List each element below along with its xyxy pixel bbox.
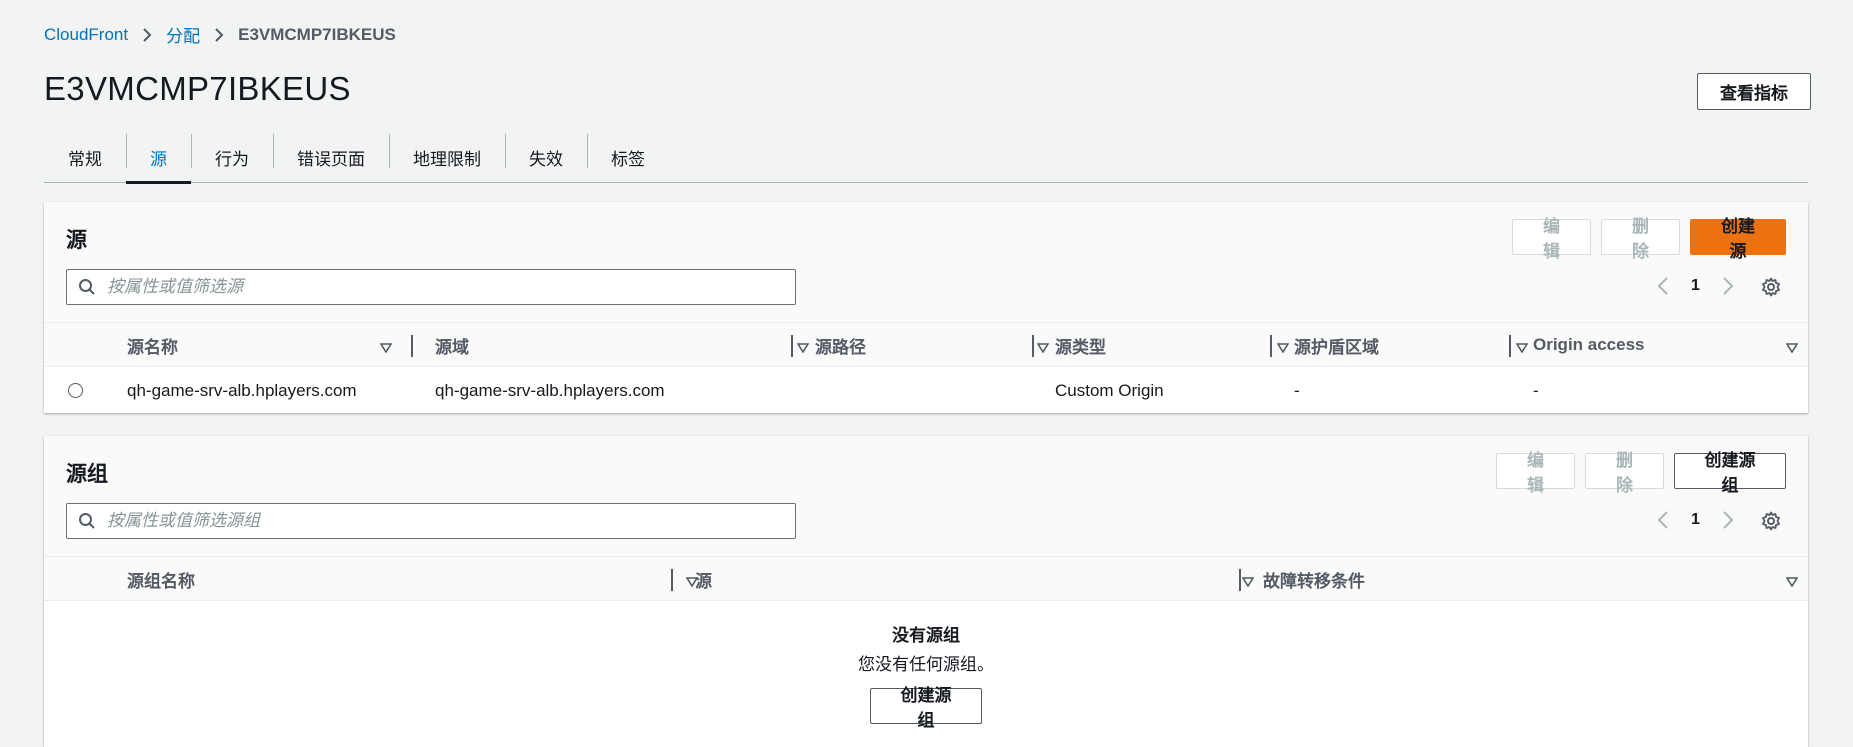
breadcrumb-cloudfront-link[interactable]: CloudFront xyxy=(44,25,128,45)
empty-state-description: 您没有任何源组。 xyxy=(858,655,994,674)
create-origin-group-button[interactable]: 创建源组 xyxy=(1674,451,1786,495)
origin-groups-search-box xyxy=(66,503,796,539)
column-divider xyxy=(1509,335,1511,357)
delete-origin-button[interactable]: 删除 xyxy=(1601,217,1680,261)
breadcrumb: CloudFront 分配 E3VMCMP7IBKEUS xyxy=(44,22,396,47)
origin-domain-cell: qh-game-srv-alb.hplayers.com xyxy=(435,380,665,400)
page-title: E3VMCMP7IBKEUS xyxy=(44,70,351,107)
origin-groups-pagination: 1 xyxy=(1657,510,1734,530)
tab-error-pages[interactable]: 错误页面 xyxy=(273,132,389,182)
sort-caret-icon xyxy=(1241,572,1255,592)
sort-caret-icon xyxy=(1036,338,1050,358)
column-header[interactable]: 源护盾区域 xyxy=(1294,323,1538,367)
breadcrumb-distributions-link[interactable]: 分配 xyxy=(166,22,200,47)
chevron-right-icon[interactable] xyxy=(1722,276,1734,296)
origin-shield-cell: - xyxy=(1294,380,1300,400)
tab-bar: 常规 源 行为 错误页面 地理限制 失效 标签 xyxy=(44,132,1808,184)
origin-type-cell: Custom Origin xyxy=(1055,380,1164,400)
column-header[interactable]: 源名称 xyxy=(127,323,402,367)
view-metrics-button[interactable]: 查看指标 xyxy=(1697,73,1811,110)
chevron-right-icon[interactable] xyxy=(1722,510,1734,530)
column-header[interactable]: 源 xyxy=(695,557,1264,601)
tab-general[interactable]: 常规 xyxy=(44,132,126,182)
tab-invalidations[interactable]: 失效 xyxy=(505,132,587,182)
page-number[interactable]: 1 xyxy=(1691,277,1700,295)
column-divider xyxy=(411,335,413,357)
origin-access-cell: - xyxy=(1533,380,1539,400)
row-select-cell xyxy=(68,368,83,413)
edit-origin-group-button[interactable]: 编辑 xyxy=(1496,451,1575,495)
column-divider xyxy=(1032,335,1034,357)
chevron-right-icon xyxy=(142,27,152,43)
column-header[interactable]: 源类型 xyxy=(1055,323,1299,367)
origin-groups-actions: 编辑 删除 创建源组 xyxy=(1496,451,1786,495)
column-header[interactable]: 源域 xyxy=(435,323,819,367)
origin-groups-table-header: 源组名称 源 故障转移条件 xyxy=(44,556,1808,601)
sort-caret-icon xyxy=(796,338,810,358)
tab-origins[interactable]: 源 xyxy=(126,132,191,184)
origin-name-cell: qh-game-srv-alb.hplayers.com xyxy=(127,380,357,400)
search-icon xyxy=(67,512,107,530)
delete-origin-group-button[interactable]: 删除 xyxy=(1585,451,1664,495)
sort-caret-icon xyxy=(1785,338,1799,358)
column-divider[interactable] xyxy=(791,335,793,357)
breadcrumb-current: E3VMCMP7IBKEUS xyxy=(238,24,396,44)
sort-caret-icon xyxy=(1276,338,1290,358)
column-divider xyxy=(671,569,673,591)
chevron-right-icon xyxy=(214,27,224,43)
origin-groups-panel-header: 源组 编辑 删除 创建源组 1 xyxy=(44,436,1808,556)
tab-tags[interactable]: 标签 xyxy=(587,132,669,182)
origins-table-header: 源名称 源域 源路径 源类型 源护盾区域 Origin access xyxy=(44,322,1808,367)
origins-panel: 源 编辑 删除 创建源 1 源名称 源域 xyxy=(44,202,1808,413)
tab-geo-restrictions[interactable]: 地理限制 xyxy=(389,132,505,182)
column-header[interactable]: 源路径 xyxy=(815,323,1059,367)
origin-groups-panel-title: 源组 xyxy=(66,463,108,486)
origins-actions: 编辑 删除 创建源 xyxy=(1512,217,1786,261)
table-row[interactable]: qh-game-srv-alb.hplayers.com qh-game-srv… xyxy=(44,368,1808,413)
origins-search-box xyxy=(66,269,796,305)
sort-caret-icon xyxy=(1785,572,1799,592)
origins-panel-title: 源 xyxy=(66,229,87,252)
empty-create-origin-group-button[interactable]: 创建源组 xyxy=(870,686,982,730)
origin-groups-search-input[interactable] xyxy=(107,511,795,531)
column-header[interactable]: 源组名称 xyxy=(127,557,708,601)
create-origin-button[interactable]: 创建源 xyxy=(1690,217,1786,261)
sort-caret-icon xyxy=(1515,338,1529,358)
column-divider xyxy=(1239,569,1241,591)
chevron-left-icon[interactable] xyxy=(1657,276,1669,296)
row-radio-button[interactable] xyxy=(68,383,83,398)
origin-groups-panel: 源组 编辑 删除 创建源组 1 源组名称 源 xyxy=(44,436,1808,747)
origins-search-input[interactable] xyxy=(107,277,795,297)
page-number[interactable]: 1 xyxy=(1691,511,1700,529)
empty-state-title: 没有源组 xyxy=(892,626,960,645)
settings-gear-icon[interactable] xyxy=(1761,277,1781,297)
column-divider xyxy=(1270,335,1272,357)
column-header[interactable]: 故障转移条件 xyxy=(1263,557,1808,601)
sort-caret-icon xyxy=(379,338,393,358)
edit-origin-button[interactable]: 编辑 xyxy=(1512,217,1591,261)
search-icon xyxy=(67,278,107,296)
origins-pagination: 1 xyxy=(1657,276,1734,296)
settings-gear-icon[interactable] xyxy=(1761,511,1781,531)
origins-panel-header: 源 编辑 删除 创建源 1 xyxy=(44,202,1808,322)
chevron-left-icon[interactable] xyxy=(1657,510,1669,530)
column-header[interactable]: Origin access xyxy=(1533,323,1808,367)
tab-behaviors[interactable]: 行为 xyxy=(191,132,273,182)
